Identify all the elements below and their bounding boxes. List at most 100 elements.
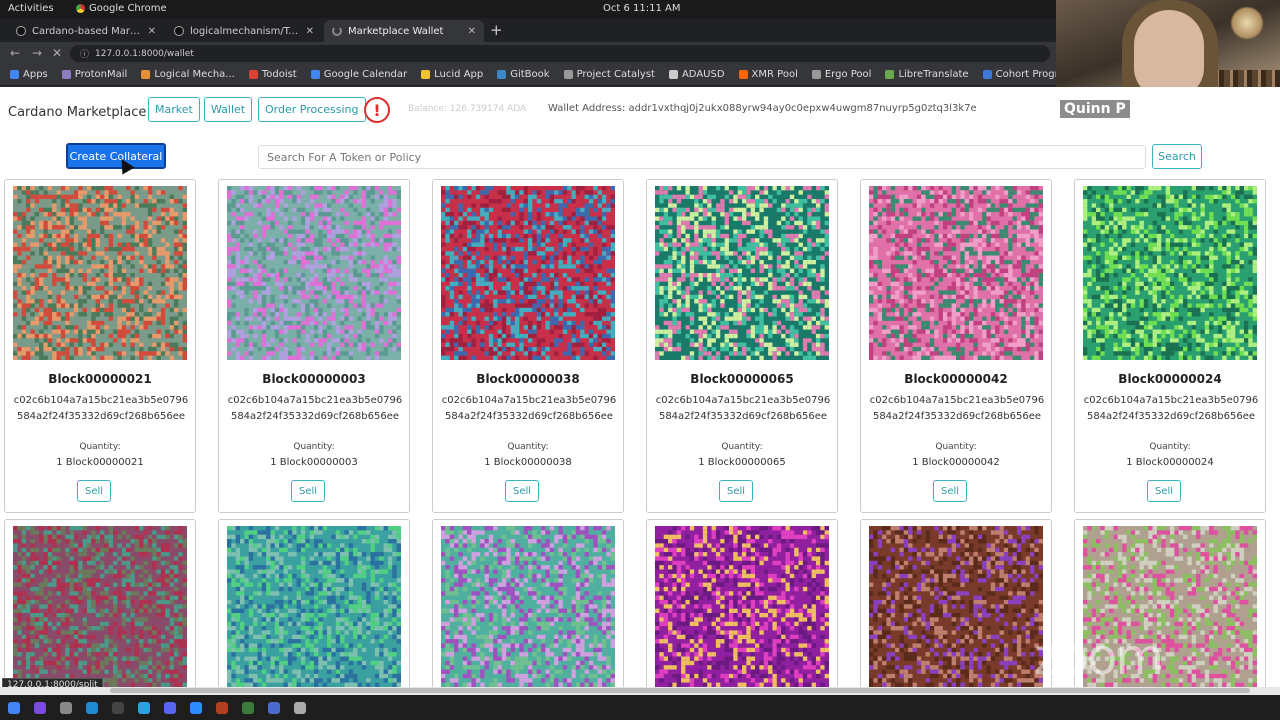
app-taskbar-icon[interactable] bbox=[34, 701, 46, 714]
bookmark-favicon-icon bbox=[738, 70, 748, 79]
token-artwork[interactable] bbox=[13, 186, 187, 360]
sell-button[interactable]: Sell bbox=[1147, 480, 1181, 502]
bookmark-item[interactable]: Ergo Pool bbox=[811, 69, 871, 80]
bookmark-favicon-icon bbox=[668, 70, 678, 79]
forward-arrow-icon[interactable]: → bbox=[32, 46, 42, 60]
app-name: Google Chrome bbox=[89, 3, 167, 14]
token-artwork[interactable] bbox=[1083, 186, 1257, 360]
search-button[interactable]: Search bbox=[1152, 144, 1202, 169]
back-arrow-icon[interactable]: ← bbox=[10, 46, 20, 60]
tab-cardano-marketplace[interactable]: Cardano-based Marketpla ✕ bbox=[8, 20, 164, 42]
wallet-address: Wallet Address: addr1vxthqj0j2ukx088yrw9… bbox=[548, 103, 977, 114]
bookmark-item[interactable]: ProtonMail bbox=[61, 69, 128, 80]
terminal-taskbar-icon[interactable] bbox=[112, 701, 124, 714]
bookmark-item[interactable]: Logical Mecha... bbox=[141, 69, 235, 80]
zoom-watermark: zoom bbox=[1034, 628, 1164, 686]
token-name: Block00000065 bbox=[690, 372, 794, 386]
close-tab-icon[interactable]: ✕ bbox=[306, 26, 314, 37]
app2-taskbar-icon[interactable] bbox=[216, 701, 228, 714]
token-name: Block00000024 bbox=[1118, 372, 1222, 386]
github-icon bbox=[16, 26, 26, 36]
quantity-label: Quantity: bbox=[507, 442, 549, 452]
discord-taskbar-icon[interactable] bbox=[164, 701, 176, 714]
clock[interactable]: Oct 6 11:11 AM bbox=[603, 3, 680, 14]
token-search-input[interactable] bbox=[258, 145, 1146, 169]
token-card bbox=[432, 519, 624, 687]
bookmark-item[interactable]: Google Calendar bbox=[310, 69, 407, 80]
token-card: Block00000038 c02c6b104a7a15bc21ea3b5e079… bbox=[432, 179, 624, 513]
bookmark-favicon-icon bbox=[421, 70, 431, 79]
token-artwork[interactable] bbox=[441, 526, 615, 687]
address-bar[interactable]: ⓘ 127.0.0.1:8000/wallet bbox=[70, 45, 1050, 62]
bookmark-item[interactable]: Lucid App bbox=[421, 69, 483, 80]
sell-button[interactable]: Sell bbox=[505, 480, 539, 502]
bookmark-favicon-icon bbox=[497, 70, 507, 79]
site-info-icon[interactable]: ⓘ bbox=[80, 47, 89, 60]
quantity-value: 1 Block00000003 bbox=[270, 457, 358, 468]
app-menu[interactable]: Google Chrome bbox=[76, 3, 167, 14]
nav-market-button[interactable]: Market bbox=[148, 97, 200, 122]
quantity-value: 1 Block00000021 bbox=[56, 457, 144, 468]
sell-button[interactable]: Sell bbox=[291, 480, 325, 502]
sell-button[interactable]: Sell bbox=[933, 480, 967, 502]
bookmark-label: Cohort Progre... bbox=[995, 69, 1056, 80]
token-name: Block00000042 bbox=[904, 372, 1008, 386]
files-taskbar-icon[interactable] bbox=[60, 701, 72, 714]
activities-button[interactable]: Activities bbox=[8, 3, 54, 14]
token-artwork[interactable] bbox=[227, 526, 401, 687]
browser-toolbar: ← → ✕ ⓘ 127.0.0.1:8000/wallet bbox=[0, 42, 1056, 64]
policy-id: c02c6b104a7a15bc21ea3b5e0796584a2f24f353… bbox=[441, 395, 617, 422]
token-artwork[interactable] bbox=[869, 526, 1043, 687]
token-artwork[interactable] bbox=[655, 186, 829, 360]
bookmark-item[interactable]: Cohort Progre... bbox=[982, 69, 1056, 80]
token-card: Block00000024 c02c6b104a7a15bc21ea3b5e079… bbox=[1074, 179, 1266, 513]
brand-title[interactable]: Cardano Marketplace bbox=[8, 105, 146, 120]
bookmark-item[interactable]: ADAUSD bbox=[668, 69, 725, 80]
bookmark-item[interactable]: Apps bbox=[10, 69, 48, 80]
os-taskbar bbox=[0, 695, 1280, 720]
token-artwork[interactable] bbox=[441, 186, 615, 360]
stop-loading-icon[interactable]: ✕ bbox=[52, 46, 62, 60]
token-name: Block00000021 bbox=[48, 372, 152, 386]
vscode-taskbar-icon[interactable] bbox=[86, 701, 98, 714]
quantity-value: 1 Block00000042 bbox=[912, 457, 1000, 468]
app4-taskbar-icon[interactable] bbox=[268, 701, 280, 714]
bookmark-label: ProtonMail bbox=[74, 69, 128, 80]
bookmark-favicon-icon bbox=[61, 70, 71, 79]
quantity-label: Quantity: bbox=[79, 442, 121, 452]
token-artwork[interactable] bbox=[227, 186, 401, 360]
token-artwork[interactable] bbox=[869, 186, 1043, 360]
scrollbar-thumb[interactable] bbox=[110, 688, 1250, 693]
horizontal-scrollbar[interactable] bbox=[0, 687, 1280, 695]
token-artwork[interactable] bbox=[655, 526, 829, 687]
bookmark-label: Apps bbox=[23, 69, 48, 80]
bookmark-item[interactable]: GitBook bbox=[497, 69, 550, 80]
token-artwork[interactable] bbox=[13, 526, 187, 687]
tab-marketplace-wallet[interactable]: Marketplace Wallet ✕ bbox=[324, 20, 484, 42]
bookmark-item[interactable]: Todoist bbox=[248, 69, 297, 80]
token-card bbox=[218, 519, 410, 687]
close-tab-icon[interactable]: ✕ bbox=[148, 26, 156, 37]
nav-wallet-button[interactable]: Wallet bbox=[204, 97, 253, 122]
tab-label: Marketplace Wallet bbox=[348, 25, 444, 37]
bookmark-item[interactable]: XMR Pool bbox=[738, 69, 798, 80]
chrome-taskbar-icon[interactable] bbox=[8, 701, 20, 714]
nav-order-processing-button[interactable]: Order Processing bbox=[258, 97, 366, 122]
sell-button[interactable]: Sell bbox=[77, 480, 111, 502]
new-tab-icon[interactable]: + bbox=[490, 21, 503, 39]
app5-taskbar-icon[interactable] bbox=[294, 701, 306, 714]
tab-logicalmechanism[interactable]: logicalmechanism/Token ✕ bbox=[166, 20, 322, 42]
telegram-taskbar-icon[interactable] bbox=[138, 701, 150, 714]
policy-id: c02c6b104a7a15bc21ea3b5e0796584a2f24f353… bbox=[655, 395, 831, 422]
zoom-taskbar-icon[interactable] bbox=[190, 701, 202, 714]
bookmark-label: Logical Mecha... bbox=[154, 69, 235, 80]
participant-face bbox=[1134, 10, 1204, 98]
alert-icon[interactable]: ! bbox=[364, 97, 390, 123]
quantity-label: Quantity: bbox=[721, 442, 763, 452]
app3-taskbar-icon[interactable] bbox=[242, 701, 254, 714]
bookmark-item[interactable]: Project Catalyst bbox=[563, 69, 655, 80]
bookmark-item[interactable]: LibreTranslate bbox=[885, 69, 969, 80]
quantity-label: Quantity: bbox=[1149, 442, 1191, 452]
sell-button[interactable]: Sell bbox=[719, 480, 753, 502]
close-tab-icon[interactable]: ✕ bbox=[468, 26, 476, 37]
